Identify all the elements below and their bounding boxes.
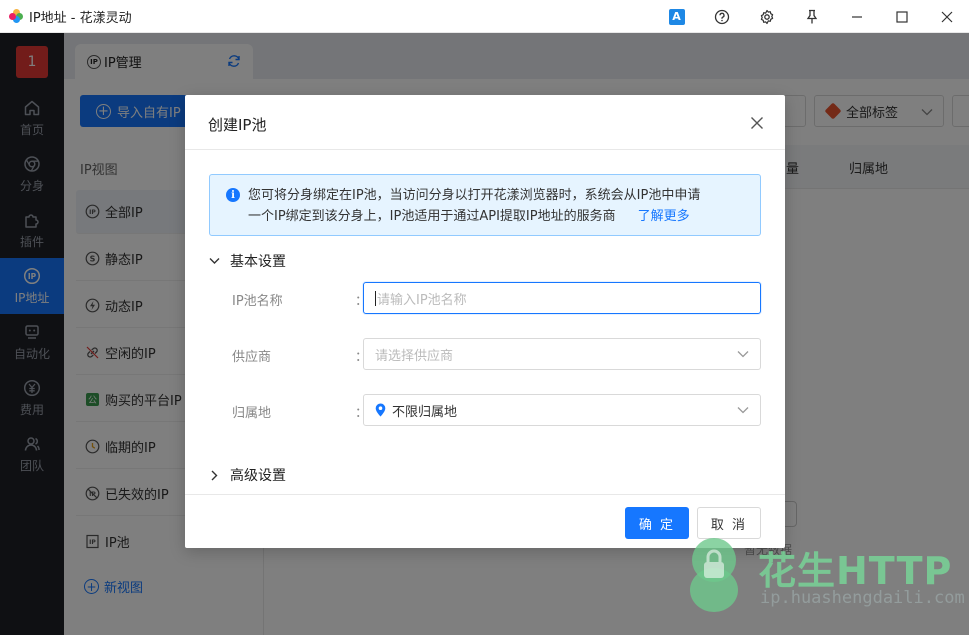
peanut-logo-icon: [690, 538, 738, 612]
basic-settings-label: 基本设置: [230, 254, 286, 270]
notice-line-2: 一个IP绑定到该分身上，IP池适用于通过API提取IP地址的服务商 了解更多: [248, 206, 748, 227]
provider-select[interactable]: 请选择供应商: [363, 338, 761, 370]
pool-name-input[interactable]: 请输入IP池名称: [363, 282, 761, 314]
help-icon: [714, 9, 729, 24]
translate-button[interactable]: A: [654, 0, 699, 33]
pool-name-label: IP池名称: [232, 294, 283, 309]
chevron-down-icon: [737, 351, 749, 358]
chevron-down-icon: [737, 407, 749, 414]
pool-name-placeholder: 请输入IP池名称: [377, 292, 467, 308]
window-title: IP地址 - 花漾灵动: [29, 10, 132, 26]
watermark-domain: ip.huashengdaili.com: [760, 588, 965, 608]
location-value: 不限归属地: [392, 404, 458, 420]
title-bar: IP地址 - 花漾灵动 A: [0, 0, 969, 33]
help-button[interactable]: [699, 0, 744, 33]
gear-icon: [760, 9, 773, 24]
info-icon: i: [226, 188, 240, 202]
basic-settings-toggle[interactable]: 基本设置: [209, 251, 286, 271]
notice-line-1: 您可将分身绑定在IP池，当访问分身以打开花漾浏览器时，系统会从IP池中申请: [248, 188, 701, 203]
cancel-button[interactable]: 取 消: [697, 507, 761, 539]
location-label: 归属地: [232, 406, 272, 421]
chevron-down-icon: [209, 258, 220, 264]
info-notice: i 您可将分身绑定在IP池，当访问分身以打开花漾浏览器时，系统会从IP池中申请 …: [209, 174, 761, 236]
dialog-header: 创建IP池: [185, 95, 785, 150]
notice-text: 您可将分身绑定在IP池，当访问分身以打开花漾浏览器时，系统会从IP池中申请 一个…: [248, 185, 748, 227]
maximize-icon: [895, 10, 908, 23]
app-logo-icon: [9, 9, 23, 23]
close-icon[interactable]: [749, 115, 765, 131]
provider-placeholder: 请选择供应商: [375, 348, 454, 364]
advanced-settings-label: 高级设置: [230, 468, 286, 484]
maximize-button[interactable]: [879, 0, 924, 33]
text-caret: [375, 290, 376, 306]
dialog-title: 创建IP池: [208, 116, 267, 134]
location-select[interactable]: 不限归属地: [363, 394, 761, 426]
learn-more-link[interactable]: 了解更多: [638, 209, 690, 224]
confirm-button[interactable]: 确 定: [625, 507, 689, 539]
advanced-settings-toggle[interactable]: 高级设置: [209, 465, 286, 485]
close-window-button[interactable]: [924, 0, 969, 33]
provider-label: 供应商: [232, 350, 272, 365]
minimize-button[interactable]: [834, 0, 879, 33]
minimize-icon: [851, 15, 862, 18]
notice-line-2-text: 一个IP绑定到该分身上，IP池适用于通过API提取IP地址的服务商: [248, 209, 616, 224]
close-icon: [941, 11, 952, 22]
pin-icon: [806, 9, 817, 23]
watermark-brand: 花生HTTP: [758, 549, 953, 593]
pin-button[interactable]: [789, 0, 834, 33]
create-ip-pool-dialog: 创建IP池 i 您可将分身绑定在IP池，当访问分身以打开花漾浏览器时，系统会从I…: [185, 95, 785, 548]
chevron-right-icon: [211, 470, 218, 480]
settings-button[interactable]: [744, 0, 789, 33]
location-pin-icon: [375, 403, 386, 417]
translate-icon: A: [668, 8, 685, 25]
watermark: 花生HTTP ip.huashengdaili.com: [686, 536, 966, 616]
